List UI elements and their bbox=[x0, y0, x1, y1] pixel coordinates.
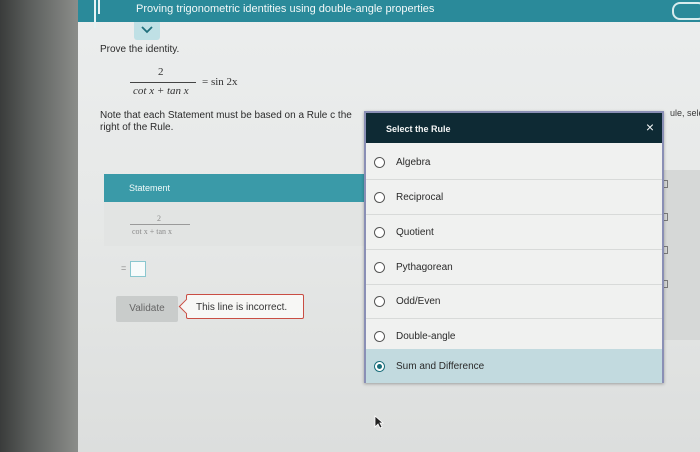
rule-option-reciprocal[interactable]: Reciprocal bbox=[366, 180, 662, 215]
rule-note: Note that each Statement must be based o… bbox=[100, 110, 352, 133]
app-screen: Proving trigonometric identities using d… bbox=[78, 0, 700, 452]
radio-button[interactable] bbox=[374, 157, 385, 168]
rule-option-label: Reciprocal bbox=[396, 192, 444, 203]
fraction-bar bbox=[130, 82, 196, 83]
rule-option-label: Sum and Difference bbox=[396, 361, 485, 372]
rule-option-label: Algebra bbox=[396, 157, 431, 168]
problem-prompt: Prove the identity. bbox=[100, 44, 180, 55]
collapse-button[interactable] bbox=[134, 22, 160, 40]
radio-button[interactable] bbox=[374, 227, 385, 238]
toggle-button[interactable] bbox=[672, 2, 700, 20]
mouse-cursor-icon bbox=[374, 415, 384, 429]
fraction-bar bbox=[130, 224, 190, 225]
statement-header-label: Statement bbox=[129, 183, 171, 193]
close-icon[interactable]: × bbox=[646, 120, 654, 134]
statement-denominator: cot x + tan x bbox=[132, 227, 173, 236]
statement-column-header: Statement bbox=[104, 174, 366, 202]
error-tooltip: This line is incorrect. bbox=[186, 294, 304, 319]
page-title: Proving trigonometric identities using d… bbox=[136, 3, 435, 15]
rule-option-label: Quotient bbox=[396, 227, 434, 238]
rule-option-odd-even[interactable]: Odd/Even bbox=[366, 284, 662, 319]
statement-numerator: 2 bbox=[157, 214, 161, 223]
dialog-header: Select the Rule × bbox=[366, 113, 662, 143]
equals-sign: = bbox=[121, 263, 127, 273]
menu-icon[interactable] bbox=[94, 0, 104, 28]
clipped-instruction: ule, sele bbox=[670, 108, 700, 118]
radio-button[interactable] bbox=[374, 296, 385, 307]
rule-option-label: Odd/Even bbox=[396, 296, 441, 307]
rule-option-label: Double-angle bbox=[396, 331, 456, 342]
rule-option-pythagorean[interactable]: Pythagorean bbox=[366, 250, 662, 285]
rule-option-label: Pythagorean bbox=[396, 262, 453, 273]
rule-option-sum-and-difference[interactable]: Sum and Difference bbox=[366, 349, 662, 383]
equation-rhs: = sin 2x bbox=[202, 76, 238, 88]
top-bar: Proving trigonometric identities using d… bbox=[78, 0, 700, 28]
radio-button[interactable] bbox=[374, 192, 385, 203]
chevron-down-icon bbox=[141, 26, 153, 34]
rule-option-quotient[interactable]: Quotient bbox=[366, 215, 662, 250]
rule-option-algebra[interactable]: Algebra bbox=[366, 145, 662, 180]
rule-column-background bbox=[663, 170, 700, 340]
answer-input[interactable] bbox=[130, 261, 146, 277]
equation-denominator: cot x + tan x bbox=[133, 85, 189, 97]
radio-button-selected[interactable] bbox=[374, 361, 385, 372]
rule-dialog: Select the Rule × Algebra Reciprocal Quo… bbox=[364, 111, 664, 383]
monitor-bezel bbox=[0, 0, 78, 452]
validate-button[interactable]: Validate bbox=[116, 296, 178, 322]
radio-button[interactable] bbox=[374, 331, 385, 342]
radio-button[interactable] bbox=[374, 262, 385, 273]
equation-numerator: 2 bbox=[158, 66, 164, 78]
dialog-title: Select the Rule bbox=[386, 124, 451, 134]
